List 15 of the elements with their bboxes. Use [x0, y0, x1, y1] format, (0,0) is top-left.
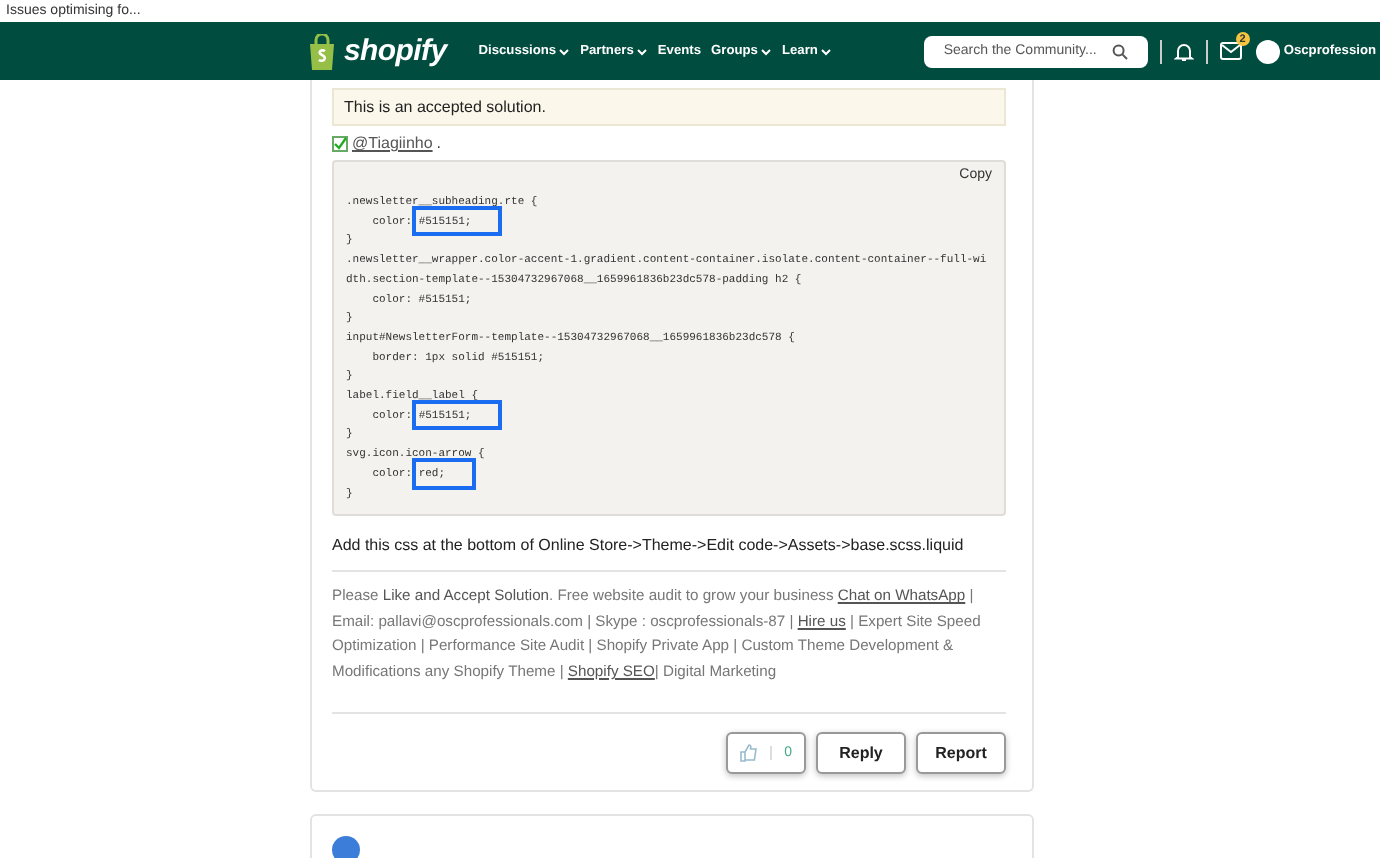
thumbs-up-icon — [740, 743, 759, 762]
mention-suffix: . — [436, 134, 442, 152]
user-avatar — [332, 835, 360, 858]
user-mention-link[interactable]: @Tiagiinho — [352, 134, 433, 152]
accepted-solution-banner: This is an accepted solution. — [332, 88, 1006, 126]
action-button[interactable]: Report — [916, 731, 1006, 774]
checkbox-checked-icon — [332, 135, 348, 151]
shopping-bag-icon — [306, 33, 338, 69]
action-button[interactable]: Reply — [816, 731, 906, 774]
mail-icon[interactable] — [1219, 42, 1242, 60]
search-icon — [1111, 43, 1128, 59]
logo-text[interactable]: shopify — [344, 34, 447, 68]
instruction-text: Add this css at the bottom of Online Store->Theme->Edit code->Assets->base.scss.liquid — [332, 536, 966, 555]
user-avatar[interactable] — [1255, 39, 1280, 63]
bell-icon[interactable] — [1173, 41, 1194, 61]
